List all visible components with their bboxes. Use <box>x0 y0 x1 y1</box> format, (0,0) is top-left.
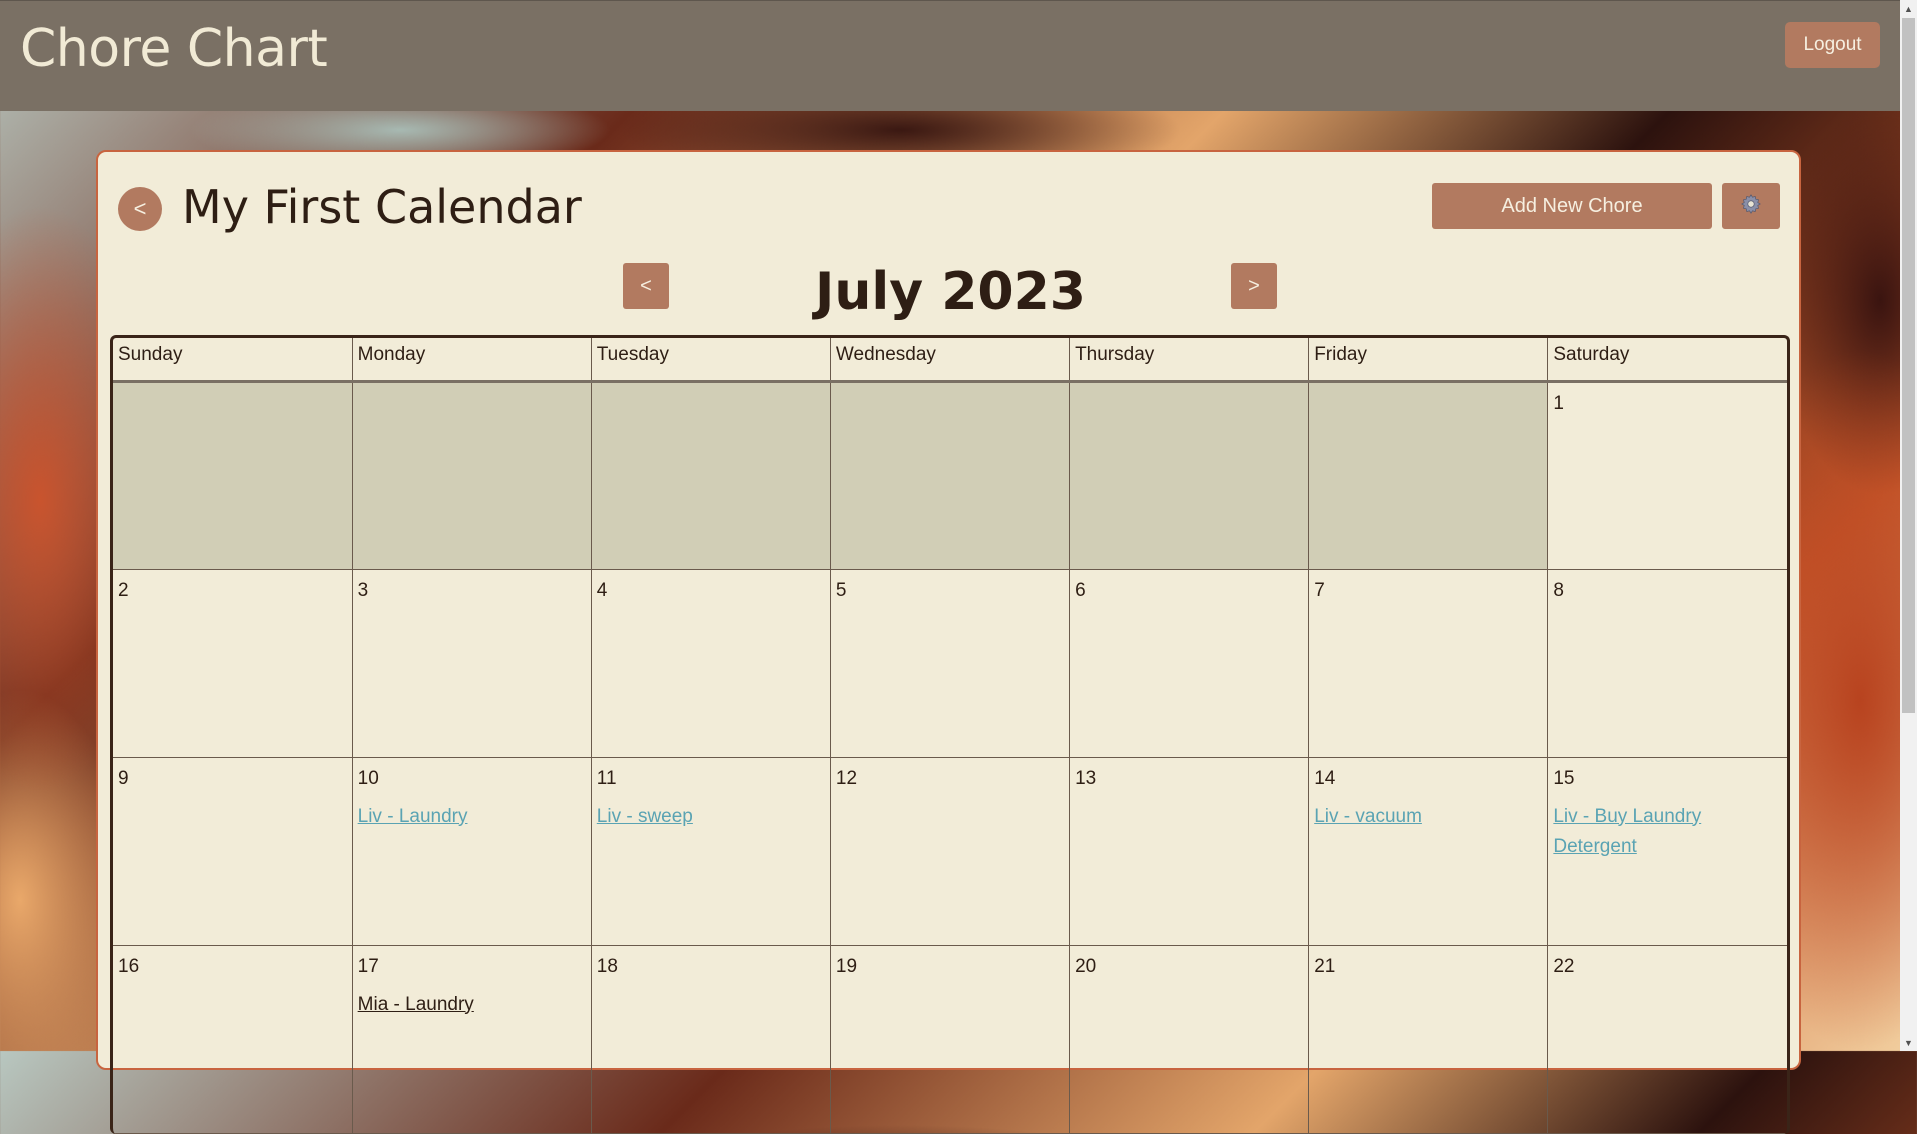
chore-link[interactable]: Liv - Laundry <box>358 802 586 832</box>
day-number: 21 <box>1314 955 1336 977</box>
day-number: 10 <box>357 767 379 789</box>
calendar-empty-cell <box>591 381 831 570</box>
chore-link[interactable]: Mia - Laundry <box>358 990 586 1020</box>
day-number: 6 <box>1075 579 1086 601</box>
calendar-day-cell[interactable]: 16 <box>113 945 353 1134</box>
day-number: 3 <box>357 579 369 601</box>
month-label: July 2023 <box>815 262 1086 322</box>
weekday-thursday: Thursday <box>1069 338 1310 383</box>
calendar-day-cell[interactable]: 18 <box>591 945 831 1134</box>
calendar-day-cell[interactable]: 12 <box>830 757 1071 946</box>
add-new-chore-button[interactable]: Add New Chore <box>1432 183 1712 229</box>
calendar-day-cell[interactable]: 4 <box>591 569 831 758</box>
weekday-tuesday: Tuesday <box>591 338 831 383</box>
calendar-day-cell[interactable]: 15 Liv - Buy Laundry Detergent <box>1547 757 1787 946</box>
calendar-day-cell[interactable]: 1 <box>1547 381 1787 570</box>
day-number: 16 <box>118 955 140 977</box>
scroll-down-arrow-icon[interactable]: ▼ <box>1900 1034 1917 1051</box>
calendar-empty-cell <box>1069 381 1310 570</box>
weekday-header-row: Sunday Monday Tuesday Wednesday Thursday Frid… <box>113 338 1787 383</box>
weekday-monday: Monday <box>352 338 592 383</box>
scroll-up-arrow-icon[interactable]: ▲ <box>1900 0 1917 17</box>
calendar-day-cell[interactable]: 6 <box>1069 569 1310 758</box>
weekday-saturday: Saturday <box>1547 338 1787 383</box>
day-number: 12 <box>835 767 858 789</box>
calendar-empty-cell <box>352 381 592 570</box>
calendar-day-cell[interactable]: 20 <box>1069 945 1310 1134</box>
chore-link[interactable]: Liv - sweep <box>597 802 825 832</box>
day-number: 1 <box>1553 392 1564 414</box>
logout-button[interactable]: Logout <box>1785 22 1880 68</box>
back-button[interactable]: < <box>118 187 162 231</box>
calendar-week-row: 2 3 4 5 6 7 8 <box>113 569 1787 758</box>
calendar-day-cell[interactable]: 21 <box>1308 945 1549 1134</box>
calendar-day-cell[interactable]: 13 <box>1069 757 1310 946</box>
calendar-empty-cell <box>830 381 1071 570</box>
day-number: 8 <box>1553 579 1564 601</box>
settings-button[interactable] <box>1722 183 1780 229</box>
weekday-sunday: Sunday <box>113 338 353 383</box>
day-number: 18 <box>596 955 618 977</box>
vertical-scrollbar[interactable]: ▲ ▼ <box>1900 0 1917 1051</box>
gear-icon <box>1740 193 1762 220</box>
day-number: 2 <box>118 579 129 601</box>
calendar-day-cell[interactable]: 7 <box>1308 569 1549 758</box>
calendar-day-cell[interactable]: 2 <box>113 569 353 758</box>
calendar-day-cell[interactable]: 14 Liv - vacuum <box>1308 757 1549 946</box>
calendar-day-cell[interactable]: 5 <box>830 569 1071 758</box>
calendar-week-row: 9 10 Liv - Laundry 11 Liv - sweep 12 13 14 Liv -… <box>113 757 1787 946</box>
calendar-grid: Sunday Monday Tuesday Wednesday Thursday Frid… <box>110 335 1790 1134</box>
weekday-friday: Friday <box>1308 338 1549 383</box>
day-number: 4 <box>596 579 608 601</box>
calendar-day-cell[interactable]: 11 Liv - sweep <box>591 757 831 946</box>
day-number: 22 <box>1553 955 1575 977</box>
day-number: 19 <box>835 955 858 977</box>
day-number: 17 <box>357 955 379 977</box>
day-number: 5 <box>835 579 847 601</box>
chore-link[interactable]: Liv - Buy Laundry Detergent <box>1553 802 1782 862</box>
chore-link[interactable]: Liv - vacuum <box>1314 802 1542 832</box>
calendar-week-row: 1 <box>113 381 1787 570</box>
calendar-day-cell[interactable]: 10 Liv - Laundry <box>352 757 592 946</box>
next-month-button[interactable]: > <box>1231 263 1277 309</box>
calendar-day-cell[interactable]: 3 <box>352 569 592 758</box>
calendar-empty-cell <box>1308 381 1549 570</box>
day-number: 7 <box>1314 579 1325 601</box>
calendar-day-cell[interactable]: 17 Mia - Laundry <box>352 945 592 1134</box>
day-number: 14 <box>1314 767 1336 789</box>
day-number: 13 <box>1075 767 1097 789</box>
prev-month-button[interactable]: < <box>623 263 669 309</box>
weekday-wednesday: Wednesday <box>830 338 1071 383</box>
calendar-title: My First Calendar <box>182 180 582 234</box>
day-number: 20 <box>1075 955 1097 977</box>
app-header: Chore Chart Logout <box>0 0 1900 111</box>
scrollbar-thumb[interactable] <box>1902 18 1915 713</box>
calendar-day-cell[interactable]: 8 <box>1547 569 1787 758</box>
calendar-week-row: 16 17 Mia - Laundry 18 19 20 21 22 <box>113 945 1787 1134</box>
calendar-day-cell[interactable]: 19 <box>830 945 1071 1134</box>
calendar-card: < My First Calendar Add New Chore < July… <box>96 150 1801 1134</box>
day-number: 15 <box>1553 767 1575 789</box>
calendar-day-cell[interactable]: 22 <box>1547 945 1787 1134</box>
calendar-empty-cell <box>113 381 353 570</box>
calendar-day-cell[interactable]: 9 <box>113 757 353 946</box>
day-number: 11 <box>596 767 617 789</box>
day-number: 9 <box>118 767 129 789</box>
app-title: Chore Chart <box>20 19 328 79</box>
